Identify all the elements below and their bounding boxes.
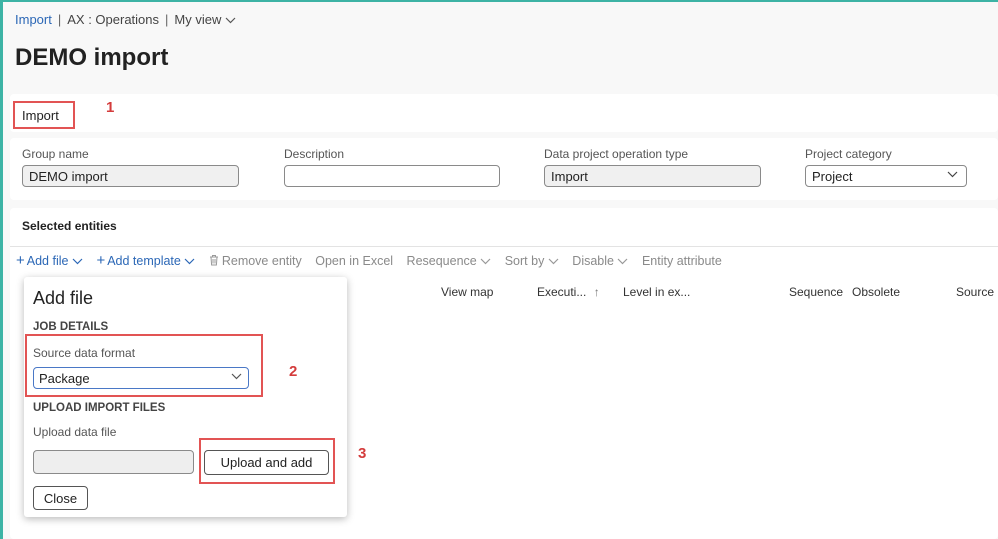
description-label: Description [284,147,345,161]
my-view-label: My view [174,12,222,27]
group-name-field[interactable]: DEMO import [22,165,239,187]
project-category-select[interactable]: Project [805,165,967,187]
job-details-heading: JOB DETAILS [33,321,109,333]
description-field[interactable] [284,165,500,187]
sort-ascending-icon: ↑ [593,285,600,299]
disable-button[interactable]: Disable [572,254,628,268]
annotation-marker-3: 3 [358,445,367,462]
section-title: Selected entities [22,219,117,233]
breadcrumb-separator: | [165,12,169,27]
plus-icon: + [16,252,25,269]
chevron-down-icon [548,258,559,265]
breadcrumb-company[interactable]: AX : Operations [67,12,159,27]
my-view-menu[interactable]: My view [174,12,236,27]
add-template-button[interactable]: + Add template [96,252,195,269]
add-template-label: Add template [107,254,181,268]
operation-type-field[interactable]: Import [544,165,761,187]
resequence-label: Resequence [406,254,477,268]
chevron-down-icon [184,258,195,265]
column-header-source[interactable]: Source [956,285,994,299]
annotation-marker-1: 1 [106,99,115,116]
column-header-view-map[interactable]: View map [441,285,493,299]
sort-by-label: Sort by [504,254,545,268]
plus-icon: + [96,252,106,269]
column-header-execution[interactable]: Executi... ↑ [537,285,600,299]
execution-label: Executi... [537,285,587,299]
tab-import[interactable]: Import [13,101,75,129]
chevron-down-icon [947,171,958,178]
operation-type-label: Data project operation type [544,147,689,161]
remove-entity-label: Remove entity [221,254,302,268]
trash-icon [209,255,218,266]
breadcrumb-separator: | [57,12,62,27]
annotation-marker-2: 2 [289,363,298,380]
divider [10,246,998,247]
window-border-left [0,0,3,539]
source-data-format-select[interactable]: Package [33,367,249,389]
resequence-button[interactable]: Resequence [407,254,492,268]
project-category-label: Project category [805,147,892,161]
column-header-level[interactable]: Level in ex... [623,285,690,299]
disable-label: Disable [572,254,614,268]
source-data-format-value: Package [39,371,90,386]
chevron-down-icon [231,373,242,380]
chevron-down-icon [72,258,83,265]
entities-toolbar: + Add file + Add template Remove entity Op… [16,252,732,269]
entity-attribute-button[interactable]: Entity attribute [642,254,722,268]
source-data-format-label: Source data format [33,346,136,360]
column-header-sequence[interactable]: Sequence [789,285,843,299]
upload-data-file-label: Upload data file [33,425,117,439]
sort-by-button[interactable]: Sort by [505,254,559,268]
add-file-label: Add file [26,254,69,268]
breadcrumb: Import | AX : Operations | My view [15,12,236,27]
remove-entity-button[interactable]: Remove entity [209,254,302,268]
window-border-top [0,0,998,2]
upload-file-input[interactable] [33,450,194,474]
add-file-panel-title: Add file [33,288,94,308]
add-file-button[interactable]: + Add file [16,252,83,269]
chevron-down-icon [480,258,491,265]
tab-strip [10,94,998,132]
group-name-label: Group name [22,147,89,161]
breadcrumb-import-link[interactable]: Import [15,12,52,27]
open-in-excel-button[interactable]: Open in Excel [315,254,393,268]
project-category-value: Project [812,169,853,184]
close-button[interactable]: Close [33,486,88,510]
chevron-down-icon [618,258,628,265]
page-title: DEMO import [15,44,169,71]
column-header-obsolete[interactable]: Obsolete [852,285,900,299]
upload-and-add-button[interactable]: Upload and add [204,450,329,475]
upload-import-files-heading: UPLOAD IMPORT FILES [33,402,166,414]
chevron-down-icon [225,17,236,24]
